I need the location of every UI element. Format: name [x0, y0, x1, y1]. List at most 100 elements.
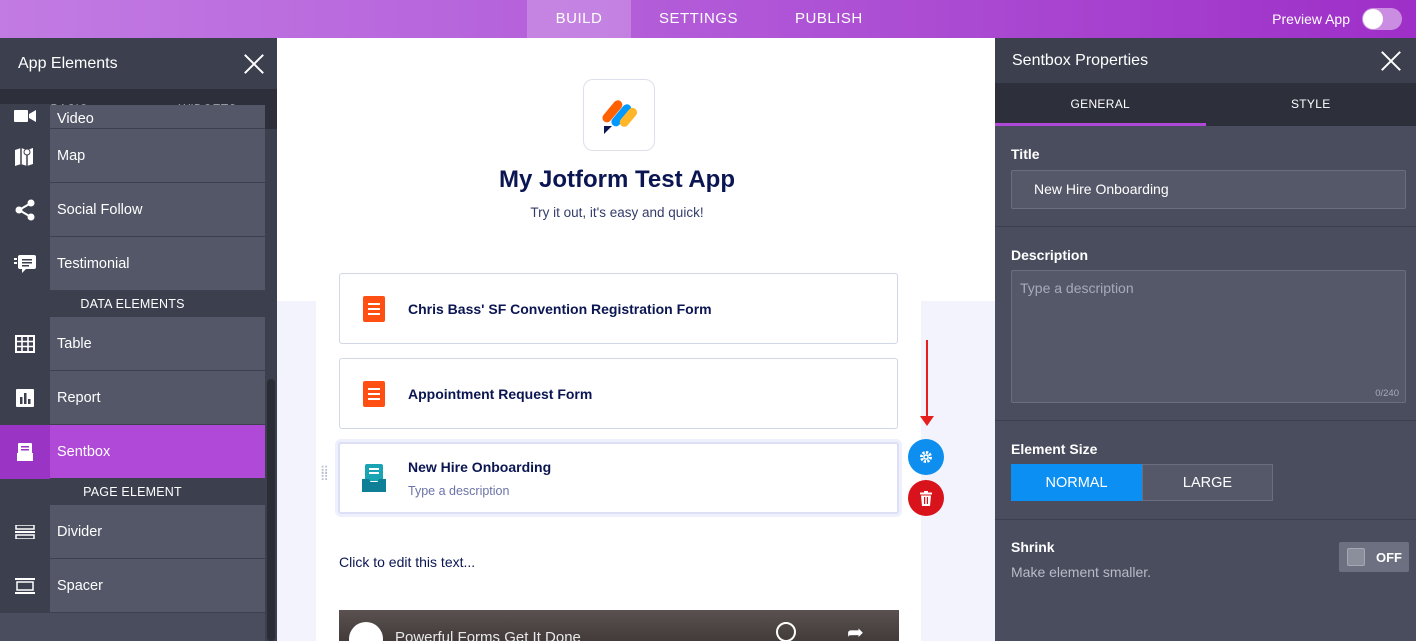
description-placeholder: Type a description	[1020, 280, 1134, 296]
watch-later-icon[interactable]	[776, 622, 796, 641]
toggle-knob	[1363, 9, 1383, 29]
map-icon	[0, 128, 50, 183]
element-label: Sentbox	[57, 443, 111, 460]
annotation-arrow	[920, 340, 934, 426]
top-bar: BUILD SETTINGS PUBLISH Preview App	[0, 0, 1416, 38]
element-label: Report	[57, 389, 101, 406]
form-card[interactable]: Chris Bass' SF Convention Registration F…	[339, 273, 898, 344]
tab-style[interactable]: STYLE	[1206, 83, 1416, 126]
element-list: Video Map Social Follow Testimonial DATA…	[0, 104, 265, 613]
element-item-testimonial[interactable]: Testimonial	[0, 236, 265, 291]
section-page-element: PAGE ELEMENT	[0, 479, 265, 505]
video-title: Powerful Forms Get It Done	[395, 629, 581, 641]
element-label: Spacer	[57, 577, 103, 594]
app-elements-panel: App Elements BASIC WIDGETS Video Map Soc…	[0, 38, 277, 641]
element-list-scrollbar[interactable]	[265, 129, 277, 641]
share-arrow-icon[interactable]: ➦	[847, 620, 864, 641]
preview-app: Preview App	[1272, 0, 1402, 38]
tab-general[interactable]: GENERAL	[995, 83, 1206, 126]
sentbox-card-text: New Hire Onboarding Type a description	[408, 459, 551, 498]
app-logo[interactable]	[583, 79, 655, 151]
form-card-title: Chris Bass' SF Convention Registration F…	[408, 300, 712, 317]
sentbox-card[interactable]: New Hire Onboarding Type a description	[338, 442, 899, 514]
title-field-group: Title New Hire Onboarding	[995, 126, 1416, 227]
element-item-social-follow[interactable]: Social Follow	[0, 182, 265, 237]
element-label: Video	[57, 111, 94, 127]
form-icon	[340, 380, 408, 407]
form-card-title: Appointment Request Form	[408, 385, 593, 402]
element-item-spacer[interactable]: Spacer	[0, 558, 265, 613]
trash-icon	[920, 490, 932, 506]
settings-button[interactable]	[908, 439, 944, 475]
element-label: Testimonial	[57, 255, 130, 272]
app-title[interactable]: My Jotform Test App	[277, 166, 957, 194]
drag-handle-icon[interactable]: ⠿ ⠿	[320, 465, 330, 483]
element-item-report[interactable]: Report	[0, 370, 265, 425]
top-nav: BUILD SETTINGS PUBLISH	[527, 0, 892, 38]
element-size-group: Element Size NORMAL LARGE	[995, 421, 1416, 520]
title-input[interactable]: New Hire Onboarding	[1011, 170, 1406, 209]
shrink-toggle-state: OFF	[1376, 549, 1402, 565]
description-char-counter: 0/240	[1375, 388, 1399, 399]
form-card-text: Appointment Request Form	[408, 386, 592, 402]
shrink-description: Make element smaller.	[1011, 564, 1152, 580]
testimonial-icon	[0, 236, 50, 291]
tab-build[interactable]: BUILD	[527, 0, 631, 38]
properties-title: Sentbox Properties	[1012, 51, 1149, 69]
preview-app-label: Preview App	[1272, 11, 1350, 27]
share-icon	[0, 182, 50, 237]
delete-button[interactable]	[908, 480, 944, 516]
app-canvas: My Jotform Test App Try it out, it's eas…	[277, 38, 995, 641]
table-icon	[0, 316, 50, 371]
element-item-sentbox[interactable]: Sentbox	[0, 424, 265, 479]
properties-tabs: GENERAL STYLE	[995, 83, 1416, 126]
video-icon	[0, 104, 50, 128]
shrink-toggle[interactable]: OFF	[1339, 542, 1409, 572]
element-label: Map	[57, 147, 86, 164]
app-elements-header: App Elements	[0, 38, 277, 89]
close-icon[interactable]	[1380, 50, 1402, 72]
form-card[interactable]: Appointment Request Form	[339, 358, 898, 429]
video-element[interactable]: Powerful Forms Get It Done ➦	[339, 610, 899, 641]
form-card-text: Chris Bass' SF Convention Registration F…	[408, 301, 712, 317]
element-label: Table	[57, 335, 92, 352]
jotform-logo-icon	[602, 100, 638, 134]
description-field-group: Description Type a description 0/240	[995, 227, 1416, 421]
element-item-divider[interactable]: Divider	[0, 504, 265, 559]
app-elements-title: App Elements	[18, 54, 118, 72]
gear-icon	[920, 451, 932, 463]
size-normal-button[interactable]: NORMAL	[1011, 464, 1142, 501]
divider-icon	[0, 504, 50, 559]
shrink-group: Shrink Make element smaller. OFF	[995, 520, 1416, 580]
shrink-row: Shrink Make element smaller. OFF	[1011, 539, 1409, 580]
description-label: Description	[1011, 247, 1089, 263]
toggle-grip-icon	[1347, 548, 1365, 566]
tab-publish[interactable]: PUBLISH	[766, 0, 892, 38]
shrink-text: Shrink Make element smaller.	[1011, 539, 1151, 580]
section-data-elements: DATA ELEMENTS	[0, 291, 265, 317]
text-element[interactable]: Click to edit this text...	[339, 554, 475, 570]
properties-panel: Sentbox Properties GENERAL STYLE Title N…	[995, 38, 1416, 641]
element-item-map[interactable]: Map	[0, 128, 265, 183]
title-label: Title	[1011, 146, 1040, 162]
element-item-table[interactable]: Table	[0, 316, 265, 371]
element-item-video[interactable]: Video	[0, 104, 265, 129]
properties-header: Sentbox Properties	[995, 38, 1416, 83]
shrink-label: Shrink	[1011, 539, 1055, 555]
scrollbar-thumb[interactable]	[267, 379, 275, 641]
tab-settings[interactable]: SETTINGS	[631, 0, 766, 38]
sentbox-card-title: New Hire Onboarding	[408, 458, 552, 475]
preview-app-toggle[interactable]	[1362, 8, 1402, 30]
size-large-button[interactable]: LARGE	[1142, 464, 1273, 501]
sentbox-card-description: Type a description	[408, 483, 510, 498]
channel-logo-icon	[349, 622, 383, 641]
report-icon	[0, 370, 50, 425]
app-subtitle[interactable]: Try it out, it's easy and quick!	[277, 205, 957, 220]
element-size-label: Element Size	[1011, 441, 1098, 457]
element-label: Social Follow	[57, 201, 143, 218]
sentbox-icon	[0, 424, 50, 479]
sentbox-icon	[340, 464, 408, 492]
close-icon[interactable]	[243, 53, 265, 75]
spacer-icon	[0, 558, 50, 613]
description-textarea[interactable]: Type a description 0/240	[1011, 270, 1406, 403]
